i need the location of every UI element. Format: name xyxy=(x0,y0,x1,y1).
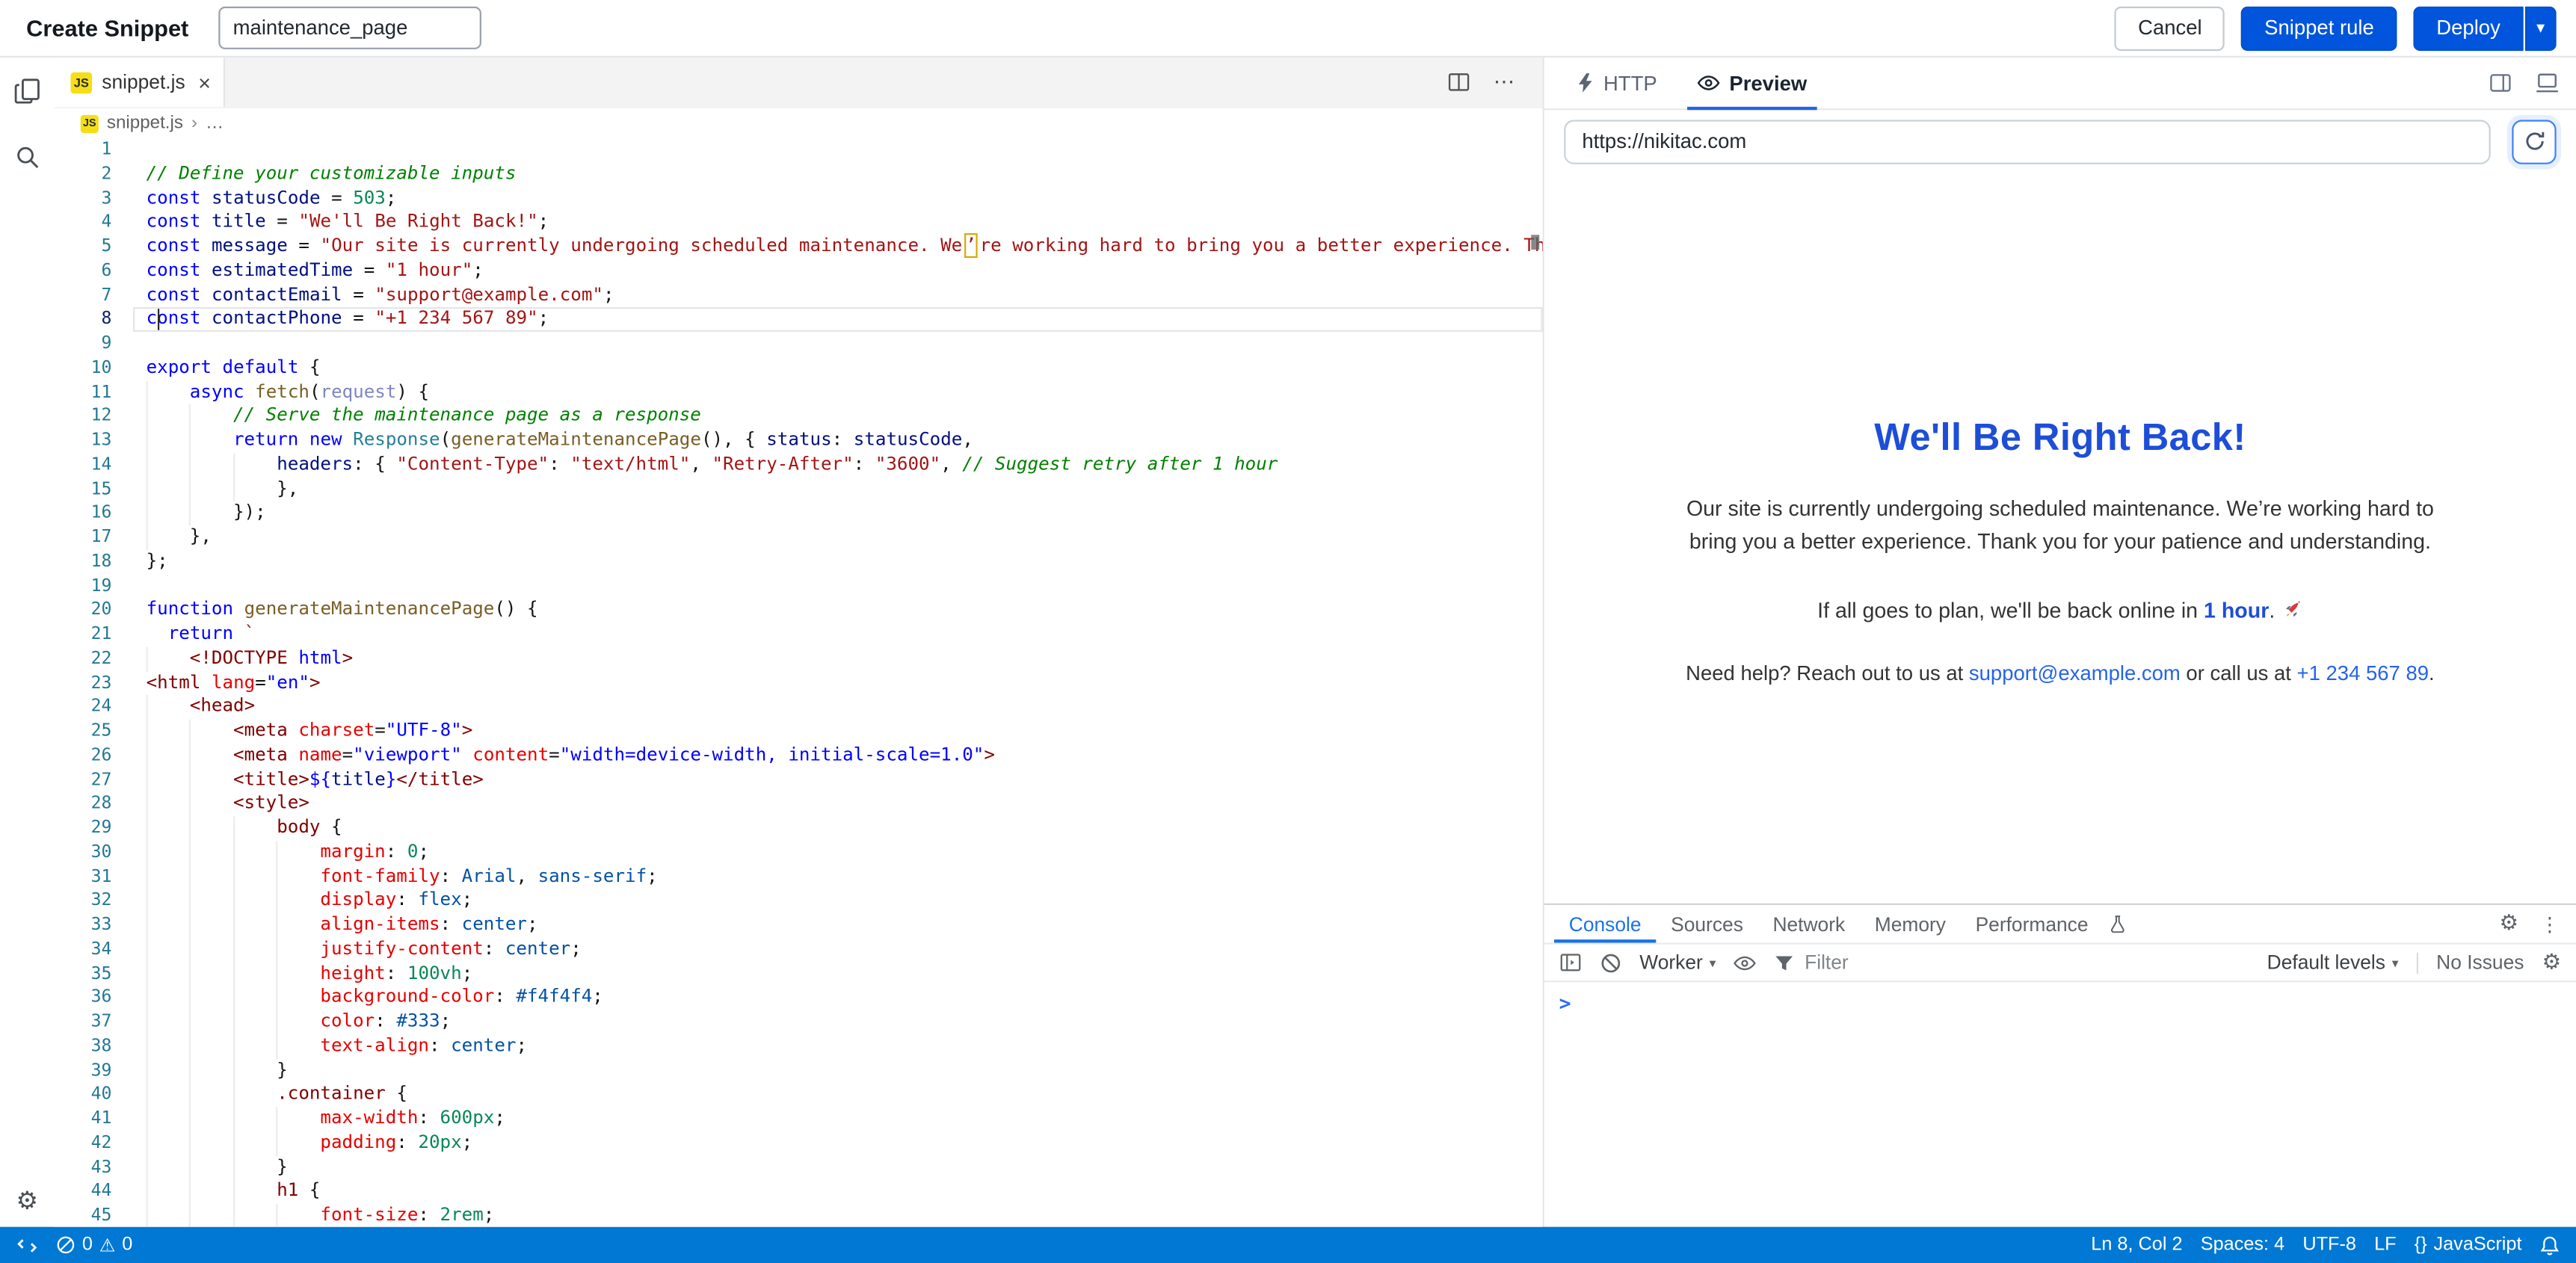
indentation-setting[interactable]: Spaces: 4 xyxy=(2201,1235,2284,1255)
editor-code[interactable]: // Define your customizable inputsconst … xyxy=(133,138,1543,1227)
device-preview-icon[interactable] xyxy=(2535,72,2560,94)
encoding-setting[interactable]: UTF-8 xyxy=(2302,1235,2356,1255)
preview-eta-line: If all goes to plan, we'll be back onlin… xyxy=(1674,595,2446,628)
live-expression-eye-icon[interactable] xyxy=(1734,954,1757,972)
phone-link[interactable]: +1 234 567 89 xyxy=(2297,663,2429,686)
devtools-panel: ConsoleSourcesNetworkMemoryPerformance ⚙… xyxy=(1544,904,2576,1227)
console-prompt-chevron: > xyxy=(1559,992,1571,1015)
support-email-link[interactable]: support@example.com xyxy=(1969,663,2181,686)
preview-contact-line: Need help? Reach out to us at support@ex… xyxy=(1674,659,2446,691)
console-output[interactable]: > xyxy=(1544,982,2576,1226)
page-title: Create Snippet xyxy=(26,15,188,41)
text-cursor xyxy=(157,309,158,330)
preview-pane: HTTP Preview xyxy=(1544,58,2576,1227)
breadcrumb-file: snippet.js xyxy=(107,114,183,133)
remote-indicator-icon[interactable] xyxy=(16,1235,38,1256)
console-sidebar-icon[interactable] xyxy=(1559,953,1583,972)
split-editor-icon[interactable] xyxy=(1447,71,1470,94)
top-bar: Create Snippet Cancel Snippet rule Deplo… xyxy=(0,0,2576,58)
cancel-button[interactable]: Cancel xyxy=(2115,6,2225,50)
devtools-tab-sources[interactable]: Sources xyxy=(1656,905,1757,943)
close-tab-icon[interactable]: × xyxy=(198,70,211,94)
http-bolt-icon xyxy=(1577,72,1594,94)
refresh-icon xyxy=(2523,130,2546,153)
console-toolbar: Worker▾ Default levels▾ No Issues xyxy=(1544,945,2576,983)
breadcrumb[interactable]: JS snippet.js › … xyxy=(55,108,1543,138)
preview-message: Our site is currently undergoing schedul… xyxy=(1674,492,2446,559)
notifications-bell-icon[interactable] xyxy=(2540,1235,2560,1256)
eol-setting[interactable]: LF xyxy=(2374,1235,2396,1255)
snippets-files-icon[interactable] xyxy=(13,77,41,105)
console-filter-input[interactable] xyxy=(1805,951,2249,974)
eta-highlight: 1 hour xyxy=(2204,599,2269,623)
breadcrumb-separator-icon: › xyxy=(191,114,197,133)
devtools-tab-performance[interactable]: Performance xyxy=(1961,905,2104,943)
chevron-down-icon: ▾ xyxy=(2392,955,2399,970)
braces-icon: {} xyxy=(2415,1235,2427,1255)
refresh-button[interactable] xyxy=(2512,119,2556,163)
issues-counter[interactable]: No Issues xyxy=(2436,951,2524,974)
search-icon[interactable] xyxy=(14,144,40,170)
clear-console-icon[interactable] xyxy=(1600,952,1622,974)
devtools-tab-console[interactable]: Console xyxy=(1554,905,1656,943)
javascript-file-icon: JS xyxy=(81,114,99,132)
warnings-icon: ⚠ xyxy=(99,1235,116,1256)
error-count: 0 xyxy=(82,1235,93,1255)
editor-tab-bar: JS snippet.js × ⋯ xyxy=(55,58,1543,108)
code-editor[interactable]: 1234567891011121314151617181920212223242… xyxy=(55,138,1543,1227)
language-mode[interactable]: {}JavaScript xyxy=(2415,1235,2522,1255)
preview-url-input[interactable] xyxy=(1564,119,2491,163)
editor-gutter: 1234567891011121314151617181920212223242… xyxy=(55,138,133,1227)
preview-tab-bar: HTTP Preview xyxy=(1544,58,2576,110)
toolbar-divider xyxy=(2417,952,2418,974)
status-bar: 0 ⚠ 0 Ln 8, Col 2 Spaces: 4 UTF-8 LF {}J… xyxy=(0,1227,2576,1263)
tab-http[interactable]: HTTP xyxy=(1561,58,1674,108)
eye-icon xyxy=(1696,74,1719,92)
log-levels-dropdown[interactable]: Default levels▾ xyxy=(2267,951,2399,974)
performance-insights-flask-icon[interactable] xyxy=(2103,905,2133,943)
devtools-kebab-menu-icon[interactable]: ⋮ xyxy=(2540,912,2560,936)
snippet-name-input[interactable] xyxy=(218,7,481,49)
deploy-button[interactable]: Deploy xyxy=(2414,6,2524,50)
warning-count: 0 xyxy=(122,1235,132,1255)
preview-heading: We'll Be Right Back! xyxy=(1674,416,2446,460)
devtools-settings-gear-icon[interactable]: ⚙ xyxy=(2499,912,2518,936)
rocket-icon xyxy=(2281,600,2303,622)
tab-label: snippet.js xyxy=(102,71,185,94)
preview-content: We'll Be Right Back! Our site is current… xyxy=(1544,173,2576,904)
console-filter[interactable] xyxy=(1775,951,2249,974)
create-snippet-window: Create Snippet Cancel Snippet rule Deplo… xyxy=(0,0,2576,1263)
cursor-position[interactable]: Ln 8, Col 2 xyxy=(2091,1235,2182,1255)
console-context-dropdown[interactable]: Worker▾ xyxy=(1639,951,1716,974)
more-actions-icon[interactable]: ⋯ xyxy=(1494,69,1517,95)
snippet-rule-button[interactable]: Snippet rule xyxy=(2241,6,2397,50)
breadcrumb-ellipsis: … xyxy=(206,114,224,133)
split-view-icon[interactable] xyxy=(2489,72,2512,94)
devtools-tab-memory[interactable]: Memory xyxy=(1860,905,1961,943)
tab-snippet-js[interactable]: JS snippet.js × xyxy=(55,58,226,107)
settings-gear-icon[interactable]: ⚙ xyxy=(16,1186,38,1216)
devtools-tabs-list: ConsoleSourcesNetworkMemoryPerformance xyxy=(1554,905,2103,943)
devtools-tab-network[interactable]: Network xyxy=(1758,905,1860,943)
errors-icon xyxy=(56,1235,76,1255)
problems-indicator[interactable]: 0 ⚠ 0 xyxy=(56,1235,133,1256)
console-settings-gear-icon[interactable]: ⚙ xyxy=(2542,950,2562,975)
deploy-dropdown-button[interactable]: ▾ xyxy=(2525,6,2557,50)
editor-pane: ⚙ JS snippet.js × ⋯ xyxy=(0,58,1544,1227)
overview-ruler-marker xyxy=(1531,235,1539,250)
editor-activity-bar: ⚙ xyxy=(0,58,55,1227)
deploy-split-button: Deploy ▾ xyxy=(2414,6,2557,50)
javascript-file-icon: JS xyxy=(71,72,93,93)
tab-preview[interactable]: Preview xyxy=(1680,58,1823,108)
preview-url-bar xyxy=(1544,110,2576,173)
filter-funnel-icon xyxy=(1775,954,1795,972)
devtools-tab-bar: ConsoleSourcesNetworkMemoryPerformance ⚙… xyxy=(1544,905,2576,945)
chevron-down-icon: ▾ xyxy=(1710,955,1716,970)
chevron-down-icon: ▾ xyxy=(2536,19,2545,37)
